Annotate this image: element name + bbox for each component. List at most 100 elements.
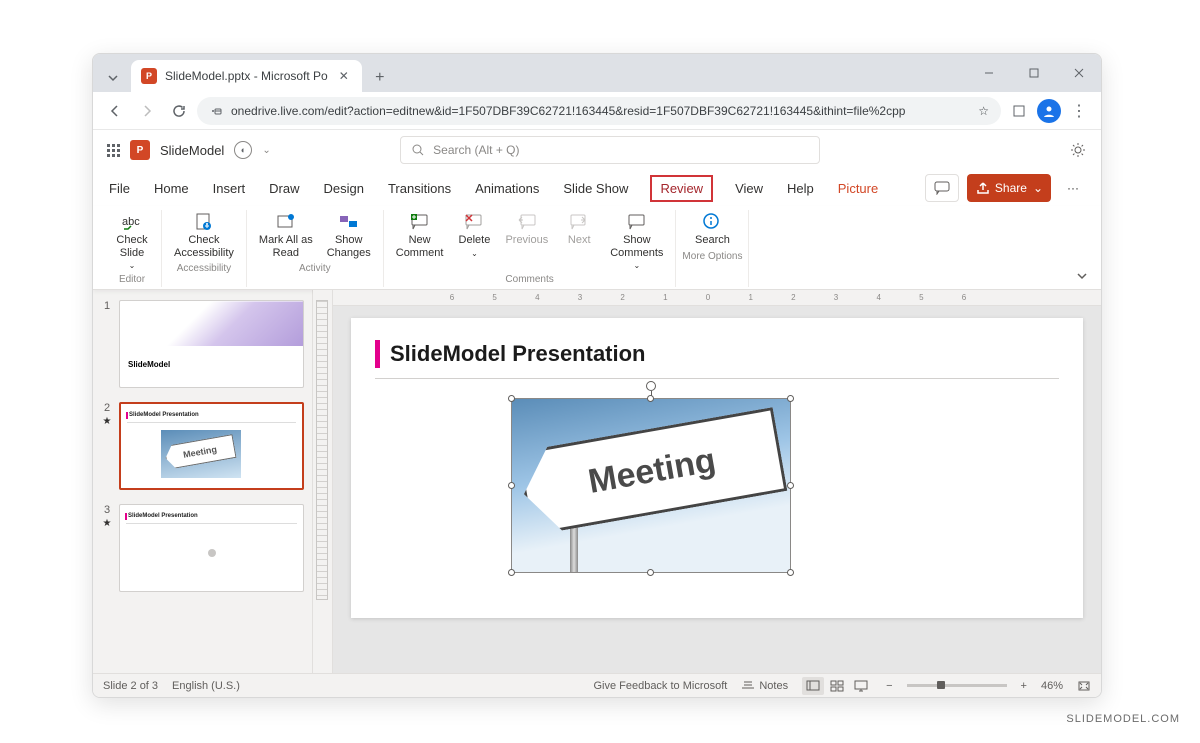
profile-avatar[interactable] xyxy=(1037,99,1061,123)
previous-comment-icon xyxy=(517,212,537,232)
thumbnail-3[interactable]: 3★ SlideModel Presentation xyxy=(101,504,304,592)
chrome-menu-button[interactable]: ⋮ xyxy=(1065,97,1093,125)
new-comment-button[interactable]: New Comment xyxy=(390,210,450,272)
tab-design[interactable]: Design xyxy=(322,177,366,200)
mark-all-read-button[interactable]: Mark All as Read xyxy=(253,210,319,261)
thumbnail-2[interactable]: 2★ SlideModel Presentation Meeting xyxy=(101,402,304,490)
chevron-down-icon: ⌄ xyxy=(129,261,136,270)
resize-handle-ne[interactable] xyxy=(787,395,794,402)
minimize-button[interactable] xyxy=(966,54,1011,92)
browser-tabstrip: P SlideModel.pptx - Microsoft Po ✕ + xyxy=(93,54,1101,92)
normal-view-button[interactable] xyxy=(802,677,824,695)
animation-star-icon: ★ xyxy=(103,416,112,427)
tab-transitions[interactable]: Transitions xyxy=(386,177,453,200)
reload-button[interactable] xyxy=(165,97,193,125)
resize-handle-sw[interactable] xyxy=(508,569,515,576)
smart-lookup-button[interactable]: Search xyxy=(689,210,736,249)
app-launcher-icon[interactable] xyxy=(107,144,120,157)
slide-surface[interactable]: SlideModel Presentation Meeting xyxy=(351,318,1083,618)
resize-handle-e[interactable] xyxy=(787,482,794,489)
search-icon xyxy=(411,143,425,157)
tab-animations[interactable]: Animations xyxy=(473,177,541,200)
ribbon-overflow-button[interactable]: ··· xyxy=(1059,174,1087,202)
show-comments-button[interactable]: Show Comments ⌄ xyxy=(604,210,669,272)
browser-tab-active[interactable]: P SlideModel.pptx - Microsoft Po ✕ xyxy=(131,60,362,92)
group-label-accessibility: Accessibility xyxy=(177,261,231,276)
show-changes-icon xyxy=(339,212,359,232)
ribbon-group-editor: abc Check Slide ⌄ Editor xyxy=(103,210,162,287)
zoom-out-button[interactable]: − xyxy=(886,680,892,692)
tab-search-button[interactable] xyxy=(99,64,127,92)
sorter-view-button[interactable] xyxy=(826,677,848,695)
thumb-slide-1[interactable]: SlideModel xyxy=(119,300,304,388)
resize-handle-se[interactable] xyxy=(787,569,794,576)
accessibility-icon xyxy=(194,212,214,232)
tab-view[interactable]: View xyxy=(733,177,765,200)
zoom-slider[interactable] xyxy=(907,684,1007,687)
tab-slideshow[interactable]: Slide Show xyxy=(561,177,630,200)
spellcheck-icon: abc xyxy=(122,212,142,232)
tab-picture[interactable]: Picture xyxy=(836,177,880,200)
resize-handle-w[interactable] xyxy=(508,482,515,489)
slide-canvas[interactable]: 6 5 4 3 2 1 0 1 2 3 4 5 6 SlideModel Pre… xyxy=(333,290,1101,673)
app-header: P SlideModel ◐ ⌄ Search (Alt + Q) xyxy=(93,130,1101,170)
language-indicator[interactable]: English (U.S.) xyxy=(172,680,240,692)
chevron-down-icon[interactable]: ⌄ xyxy=(262,145,270,156)
slide-thumbnails-panel[interactable]: 1 SlideModel 2★ SlideModel Presentation … xyxy=(93,290,313,673)
next-comment-button[interactable]: Next xyxy=(556,210,602,272)
check-accessibility-button[interactable]: Check Accessibility xyxy=(168,210,240,261)
slide-counter[interactable]: Slide 2 of 3 xyxy=(103,680,158,692)
comments-pane-button[interactable] xyxy=(925,174,959,202)
picture-selection-box[interactable]: Meeting xyxy=(511,398,791,573)
maximize-button[interactable] xyxy=(1011,54,1056,92)
fit-to-window-button[interactable] xyxy=(1077,680,1091,692)
sensitivity-icon[interactable]: ◐ xyxy=(234,141,252,159)
close-window-button[interactable] xyxy=(1056,54,1101,92)
zoom-level[interactable]: 46% xyxy=(1041,680,1063,692)
slide-title-box[interactable]: SlideModel Presentation xyxy=(375,340,1059,368)
forward-button[interactable] xyxy=(133,97,161,125)
tab-close-button[interactable]: ✕ xyxy=(336,68,352,84)
rotate-handle[interactable] xyxy=(646,381,656,391)
previous-comment-button[interactable]: Previous xyxy=(499,210,554,272)
new-tab-button[interactable]: + xyxy=(366,64,394,92)
horizontal-ruler: 6 5 4 3 2 1 0 1 2 3 4 5 6 xyxy=(333,290,1101,306)
site-info-icon[interactable] xyxy=(209,104,223,118)
collapse-ribbon-button[interactable] xyxy=(1075,269,1089,283)
address-bar[interactable]: onedrive.live.com/edit?action=editnew&id… xyxy=(197,97,1001,125)
star-icon[interactable]: ☆ xyxy=(978,104,989,118)
tab-insert[interactable]: Insert xyxy=(211,177,248,200)
tab-help[interactable]: Help xyxy=(785,177,816,200)
share-button[interactable]: Share ⌄ xyxy=(967,174,1051,202)
tab-file[interactable]: File xyxy=(107,177,132,200)
notes-toggle[interactable]: Notes xyxy=(741,680,788,692)
slideshow-view-button[interactable] xyxy=(850,677,872,695)
thumb-slide-3[interactable]: SlideModel Presentation xyxy=(119,504,304,592)
meeting-sign-image[interactable]: Meeting xyxy=(512,399,790,572)
show-changes-button[interactable]: Show Changes xyxy=(321,210,377,261)
tab-review[interactable]: Review xyxy=(650,175,713,202)
chevron-down-icon: ⌄ xyxy=(633,261,640,270)
thumbnail-1[interactable]: 1 SlideModel xyxy=(101,300,304,388)
resize-handle-s[interactable] xyxy=(647,569,654,576)
check-slide-button[interactable]: abc Check Slide ⌄ xyxy=(109,210,155,272)
feedback-link[interactable]: Give Feedback to Microsoft xyxy=(593,680,727,692)
animation-star-icon: ★ xyxy=(103,518,112,529)
zoom-in-button[interactable]: + xyxy=(1021,680,1027,692)
settings-button[interactable] xyxy=(1069,141,1087,159)
tab-title: SlideModel.pptx - Microsoft Po xyxy=(165,69,328,83)
tab-home[interactable]: Home xyxy=(152,177,191,200)
search-box[interactable]: Search (Alt + Q) xyxy=(400,136,820,164)
delete-comment-button[interactable]: Delete ⌄ xyxy=(451,210,497,272)
back-button[interactable] xyxy=(101,97,129,125)
extensions-icon[interactable] xyxy=(1005,97,1033,125)
slide-divider xyxy=(375,378,1059,379)
show-comments-icon xyxy=(627,212,647,232)
thumb-slide-2[interactable]: SlideModel Presentation Meeting xyxy=(119,402,304,490)
document-name[interactable]: SlideModel xyxy=(160,143,224,158)
ribbon-group-more: Search More Options xyxy=(676,210,749,287)
tab-draw[interactable]: Draw xyxy=(267,177,301,200)
powerpoint-favicon: P xyxy=(141,68,157,84)
ribbon-group-activity: Mark All as Read Show Changes Activity xyxy=(247,210,384,287)
group-label-activity: Activity xyxy=(299,261,331,276)
